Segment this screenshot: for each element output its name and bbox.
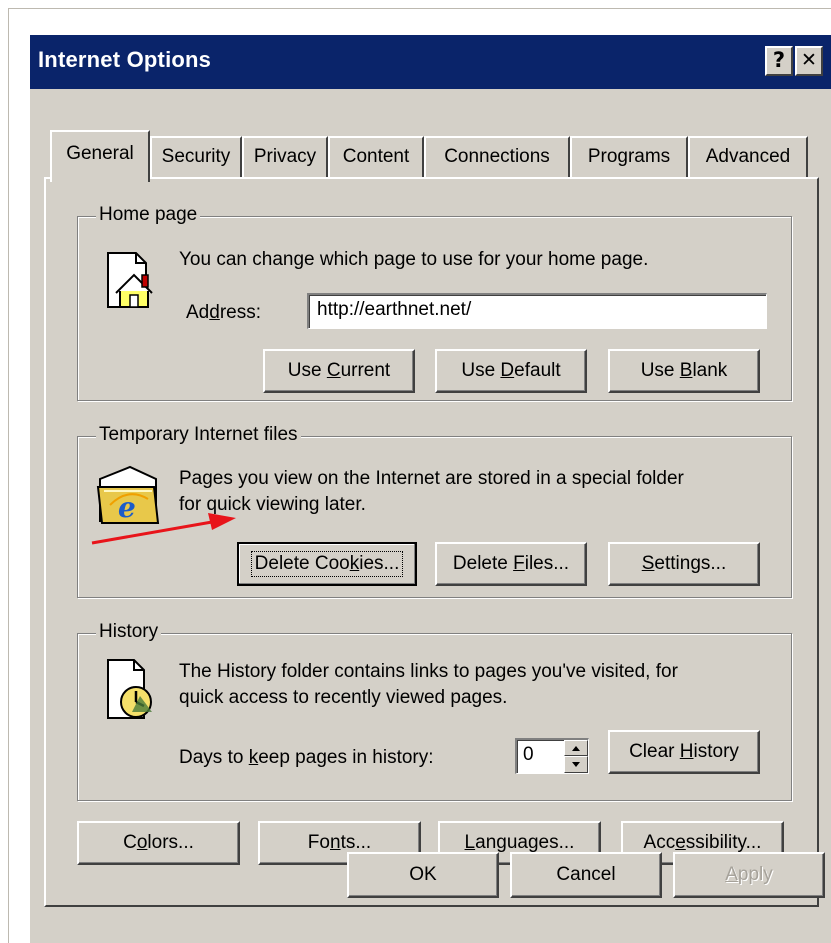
tab-general[interactable]: General bbox=[50, 130, 150, 182]
tab-general-label: General bbox=[66, 143, 134, 164]
arrow-head bbox=[208, 513, 236, 530]
arrow-shaft bbox=[91, 520, 213, 545]
